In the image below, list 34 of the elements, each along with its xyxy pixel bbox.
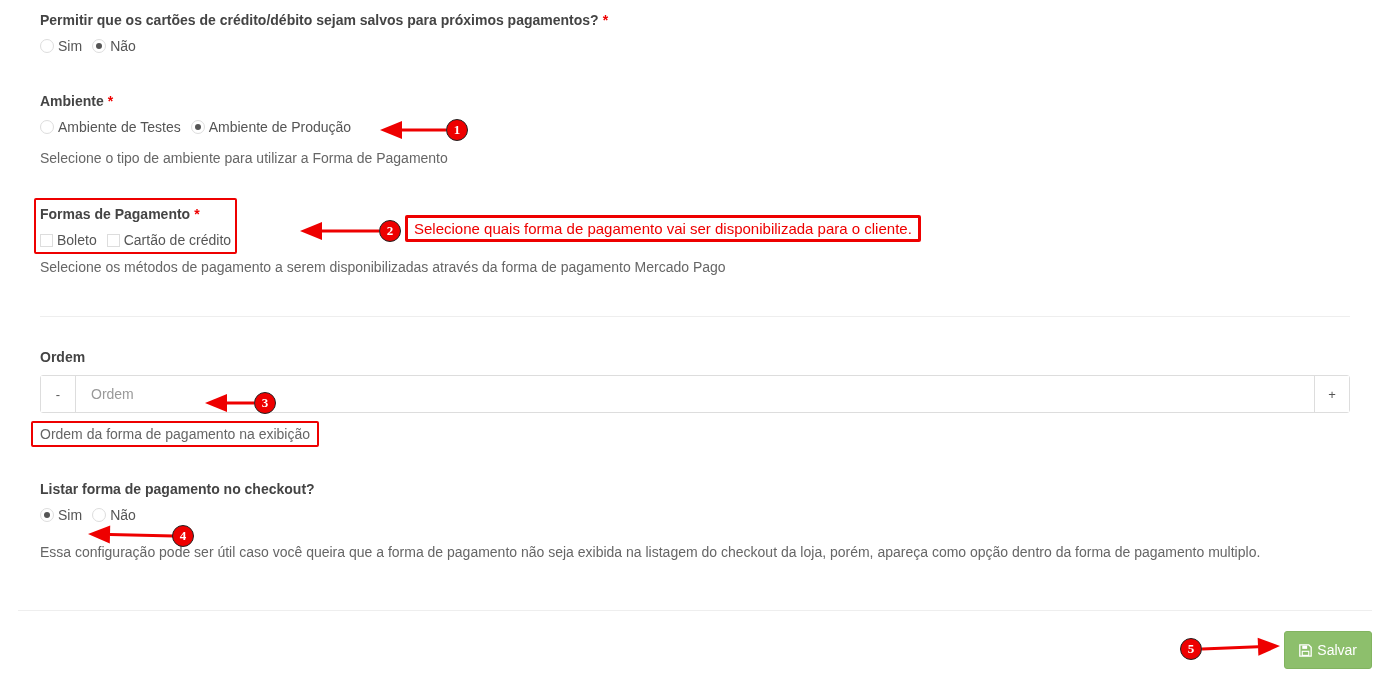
arrow	[205, 394, 254, 412]
callout-note: Selecione quais forma de pagamento vai ser disponibilizada para o cliente.	[405, 215, 921, 242]
option-label: Sim	[58, 38, 83, 54]
number-marker: 2	[379, 220, 401, 242]
field-label: Ordem	[40, 348, 87, 367]
number-marker: 5	[1180, 638, 1202, 660]
checkbox[interactable]	[106, 233, 120, 247]
radio-option[interactable]: Sim	[40, 507, 83, 523]
field-label: Ambiente *	[40, 92, 115, 111]
option-label: Boleto	[57, 232, 97, 248]
radio-icon[interactable]	[40, 39, 54, 53]
radio-icon[interactable]	[92, 508, 107, 522]
help-text: Selecione o tipo de ambiente para utilizar a Forma de Pagamento	[40, 149, 449, 167]
radio-icon[interactable]	[40, 508, 54, 522]
radio-option[interactable]: Sim	[40, 38, 83, 54]
radio-option[interactable]: Não	[92, 38, 136, 54]
save-icon	[1299, 643, 1313, 657]
help-text: Ordem da forma de pagamento na exibição	[31, 421, 320, 447]
radio-option[interactable]: Não	[92, 507, 136, 523]
field-label: Listar forma de pagamento no checkout?	[40, 480, 316, 499]
field-label: Formas de Pagamento *	[40, 205, 201, 224]
radio-icon[interactable]	[40, 120, 54, 134]
option-label: Não	[110, 38, 136, 54]
help-text: Selecione os métodos de pagamento a serem disponibilizadas através da forma de pagamento Mercado Pago	[40, 258, 727, 276]
option-label: Sim	[58, 507, 83, 523]
arrow	[380, 121, 446, 139]
option-label: Não	[110, 507, 136, 523]
radio-icon[interactable]	[92, 39, 107, 53]
checkbox[interactable]	[40, 233, 53, 247]
checkbox-option[interactable]: Boleto	[40, 232, 97, 248]
number-marker: 4	[172, 525, 194, 547]
field-label: Permitir que os cartões de crédito/débito sejam salvos para próximos pagamentos? *	[40, 11, 610, 30]
number-marker: 1	[446, 119, 468, 141]
radio-icon[interactable]	[190, 120, 205, 134]
